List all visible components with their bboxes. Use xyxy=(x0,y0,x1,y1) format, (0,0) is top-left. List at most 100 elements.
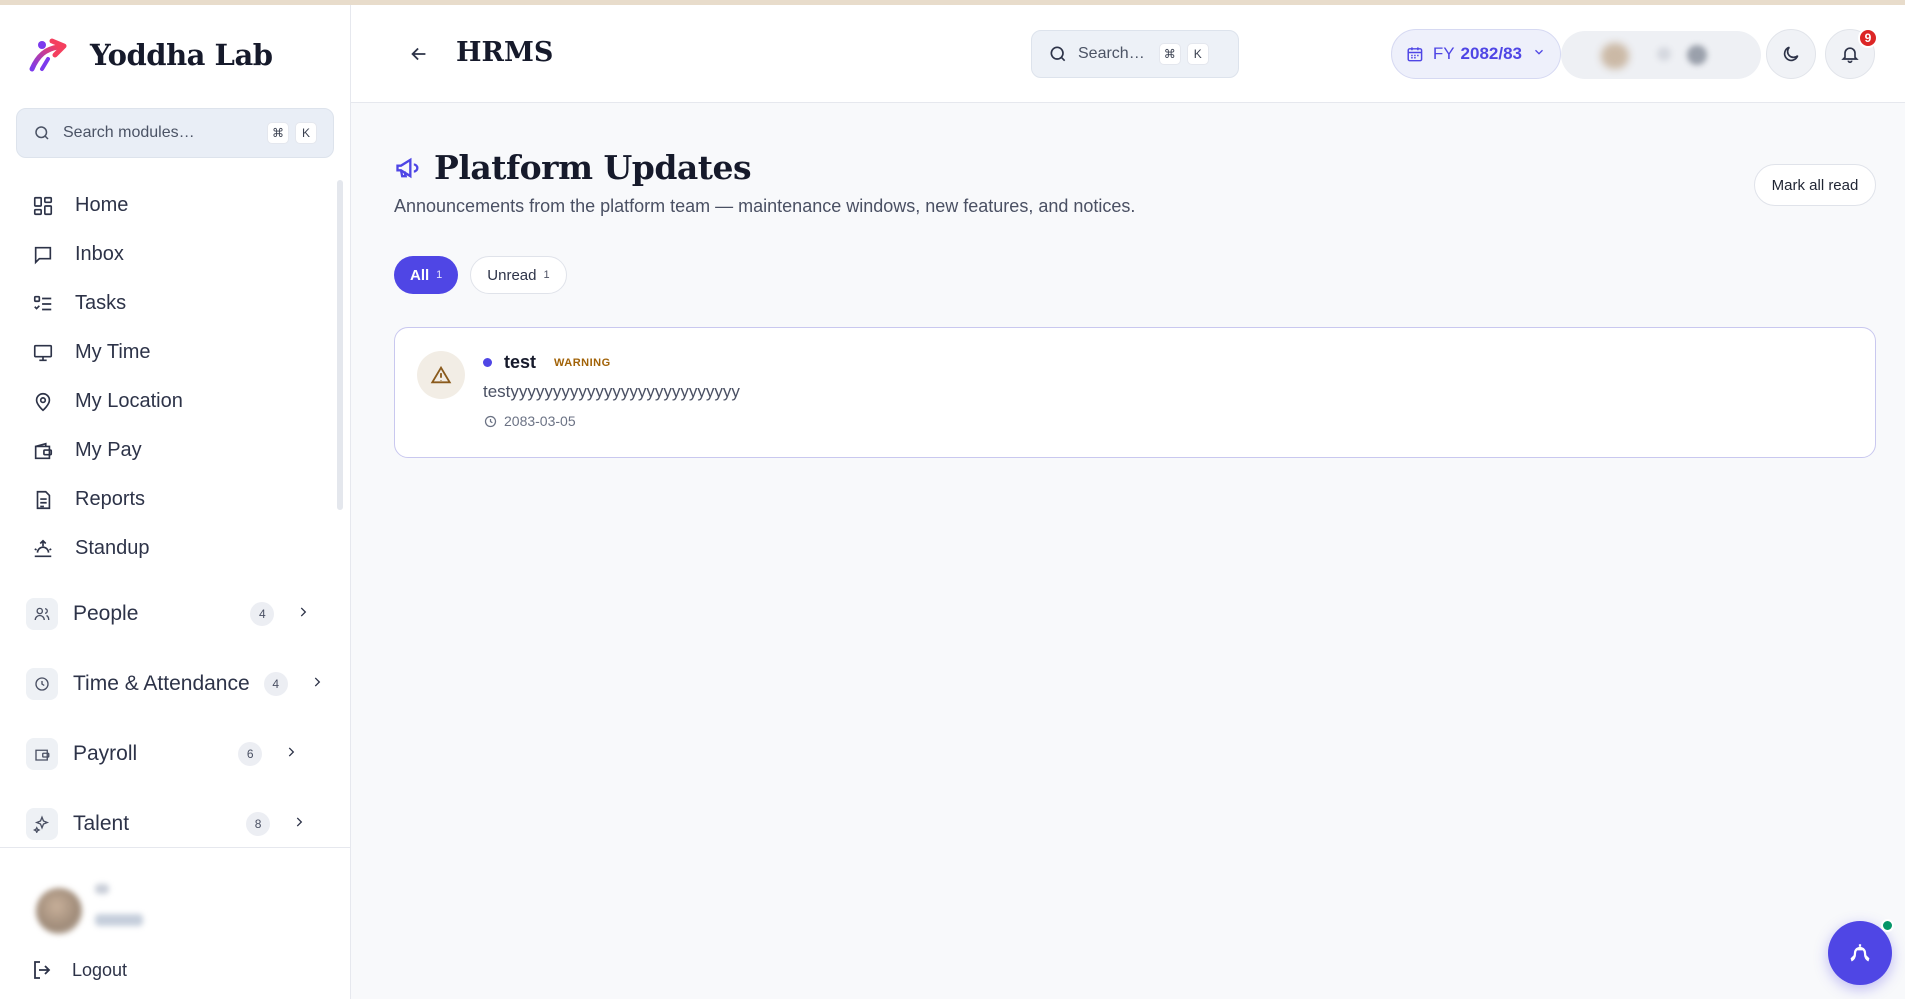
wallet-icon xyxy=(30,438,56,464)
sidebar-item-home[interactable]: Home xyxy=(16,181,334,230)
group-label: People xyxy=(73,602,139,625)
sidebar-item-my-location[interactable]: My Location xyxy=(16,377,334,426)
announcement-date: 2083-03-05 xyxy=(483,413,576,429)
announcement-card[interactable]: test WARNING testyyyyyyyyyyyyyyyyyyyyyyy… xyxy=(394,327,1876,458)
group-label: Time & Attendance xyxy=(73,672,250,695)
sidebar-item-label: My Location xyxy=(75,390,183,412)
chevron-right-icon xyxy=(284,745,298,764)
announcement-header: test WARNING xyxy=(483,352,611,373)
brand-logo-icon xyxy=(29,38,67,72)
assistant-icon xyxy=(1850,944,1870,962)
announcement-body: testyyyyyyyyyyyyyyyyyyyyyyyyyyy xyxy=(483,382,740,401)
sidebar: Yoddha Lab Search modules… ⌘ K Home Inbo… xyxy=(0,5,351,999)
date-text: 2083-03-05 xyxy=(504,413,576,429)
warning-triangle-icon xyxy=(417,351,465,399)
logout-button[interactable]: Logout xyxy=(30,958,127,982)
chevron-right-icon xyxy=(292,815,306,834)
module-search-input[interactable]: Search modules… ⌘ K xyxy=(16,108,334,158)
notification-count-badge: 9 xyxy=(1858,28,1878,48)
filter-label: All xyxy=(410,266,430,284)
page-title-row: Platform Updates xyxy=(394,148,752,187)
megaphone-icon xyxy=(396,157,419,178)
theme-toggle-button[interactable] xyxy=(1766,29,1816,79)
kbd-k: K xyxy=(1186,43,1209,65)
sidebar-item-label: My Time xyxy=(75,341,151,363)
sidebar-item-my-time[interactable]: My Time xyxy=(16,328,334,377)
sidebar-item-reports[interactable]: Reports xyxy=(16,475,334,524)
filter-count: 1 xyxy=(543,269,550,281)
kbd-k: K xyxy=(295,122,317,144)
sidebar-user-panel: Logout xyxy=(0,847,351,999)
redacted-item xyxy=(1657,47,1671,61)
mark-all-read-button[interactable]: Mark all read xyxy=(1754,164,1876,206)
kbd-cmd: ⌘ xyxy=(1158,43,1181,65)
search-icon xyxy=(1050,46,1066,62)
document-icon xyxy=(30,487,56,513)
group-count-badge: 6 xyxy=(238,742,263,766)
announcement-title: test xyxy=(504,352,537,372)
notifications-button[interactable]: 9 xyxy=(1825,28,1878,79)
logout-label: Logout xyxy=(72,959,128,980)
clock-icon xyxy=(26,668,58,700)
user-switcher-redacted[interactable] xyxy=(1561,31,1761,79)
chevron-right-icon xyxy=(296,605,310,624)
bell-icon xyxy=(1841,47,1859,64)
sidebar-group-time-attendance[interactable]: Time & Attendance 4 xyxy=(16,656,334,712)
app-title: HRMS xyxy=(456,37,554,68)
sidebar-item-label: Home xyxy=(75,194,129,216)
fiscal-year-label: FY xyxy=(1432,44,1455,63)
severity-badge: WARNING xyxy=(554,356,611,369)
sidebar-group-people[interactable]: People 4 xyxy=(16,586,334,642)
group-label: Talent xyxy=(73,812,130,835)
sidebar-item-tasks[interactable]: Tasks xyxy=(16,279,334,328)
moon-icon xyxy=(1783,46,1799,62)
page-subtitle: Announcements from the platform team — m… xyxy=(394,196,1136,216)
sidebar-group-payroll[interactable]: Payroll 6 xyxy=(16,726,334,782)
sidebar-item-label: My Pay xyxy=(75,439,142,461)
sidebar-item-standup[interactable]: Standup xyxy=(16,524,334,573)
top-header: HRMS Search… ⌘ K FY 2082/83 9 xyxy=(351,5,1905,103)
group-count-badge: 4 xyxy=(263,672,288,696)
module-search-placeholder: Search modules… xyxy=(63,124,195,141)
group-count-badge: 8 xyxy=(246,812,271,836)
search-icon xyxy=(35,126,49,140)
chevron-down-icon xyxy=(1532,45,1546,64)
user-name-redacted xyxy=(95,884,109,894)
sidebar-group-talent[interactable]: Talent 8 xyxy=(16,796,334,852)
online-status-dot xyxy=(1881,919,1894,932)
logout-icon xyxy=(34,961,51,979)
redacted-item xyxy=(1687,45,1707,65)
assistant-fab-button[interactable] xyxy=(1828,919,1894,985)
sparkles-icon xyxy=(26,808,58,840)
brand-name: Yoddha Lab xyxy=(90,38,273,72)
arrow-left-icon xyxy=(411,47,426,61)
sidebar-scrollbar[interactable] xyxy=(337,180,343,510)
user-email-redacted xyxy=(95,914,143,926)
clock-icon xyxy=(484,415,497,427)
sidebar-item-inbox[interactable]: Inbox xyxy=(16,230,334,279)
message-icon xyxy=(30,242,56,268)
brand[interactable]: Yoddha Lab xyxy=(28,35,273,75)
sidebar-item-my-pay[interactable]: My Pay xyxy=(16,426,334,475)
tasks-icon xyxy=(30,291,56,317)
group-count-badge: 4 xyxy=(250,602,275,626)
sidebar-item-label: Inbox xyxy=(75,243,124,265)
fiscal-year-selector[interactable]: FY 2082/83 xyxy=(1391,29,1561,79)
filter-unread[interactable]: Unread 1 xyxy=(470,256,567,294)
sidebar-item-label: Reports xyxy=(75,488,146,510)
grid-icon xyxy=(30,193,56,219)
map-pin-icon xyxy=(30,389,56,415)
filter-all[interactable]: All 1 xyxy=(394,256,459,294)
fiscal-year-value: 2082/83 xyxy=(1460,44,1522,63)
wallet-icon xyxy=(26,738,58,770)
sidebar-item-label: Standup xyxy=(75,537,150,559)
back-button[interactable] xyxy=(403,38,435,70)
monitor-icon xyxy=(30,340,56,366)
filter-count: 1 xyxy=(436,269,443,281)
chevron-right-icon xyxy=(310,675,324,694)
sidebar-nav: Home Inbox Tasks My Time My Location My … xyxy=(16,181,334,573)
global-search-input[interactable]: Search… ⌘ K xyxy=(1031,30,1239,78)
calendar-icon xyxy=(1407,47,1423,62)
avatar[interactable] xyxy=(36,888,82,934)
redacted-avatar xyxy=(1601,43,1629,69)
